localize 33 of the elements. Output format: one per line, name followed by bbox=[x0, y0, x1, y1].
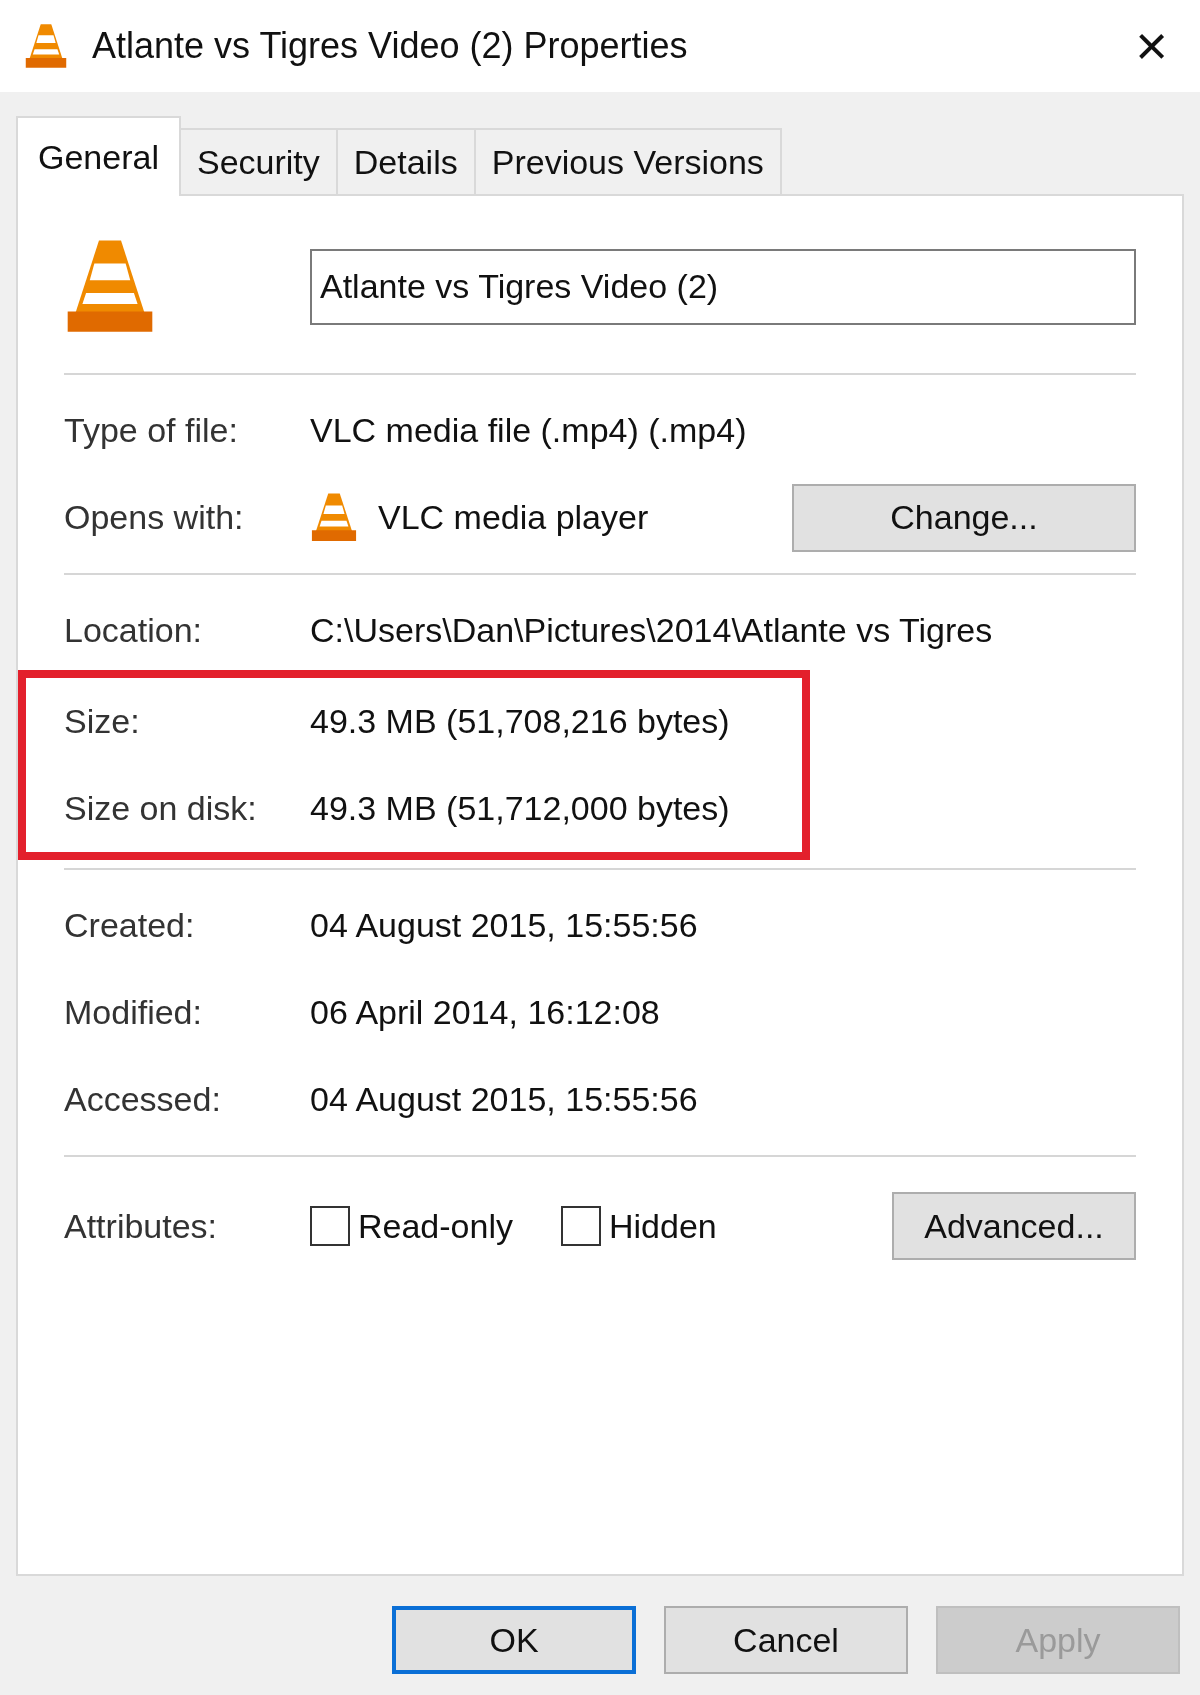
checkbox-label: Read-only bbox=[358, 1205, 513, 1247]
field-value: C:\Users\Dan\Pictures\2014\Atlante vs Tigres bbox=[310, 610, 993, 652]
file-name-field[interactable]: Atlante vs Tigres Video (2) bbox=[310, 248, 1136, 325]
field-label: Size on disk: bbox=[64, 788, 258, 830]
dialog-button[interactable]: OK bbox=[392, 1606, 636, 1674]
field-label: Location: bbox=[64, 610, 203, 652]
dialog-button[interactable]: Cancel bbox=[664, 1606, 908, 1674]
advanced-button[interactable]: Advanced... bbox=[892, 1192, 1136, 1261]
change-button[interactable]: Change... bbox=[792, 483, 1136, 552]
field-value: 04 August 2015, 15:55:56 bbox=[310, 905, 698, 947]
window-title: Atlante vs Tigres Video (2) Properties bbox=[92, 24, 689, 68]
field-label: Type of file: bbox=[64, 410, 239, 452]
field-label: Modified: bbox=[64, 992, 203, 1034]
checkbox[interactable] bbox=[561, 1206, 601, 1247]
field-label: Size: bbox=[64, 701, 141, 743]
field-label: Accessed: bbox=[64, 1079, 222, 1121]
field-label: Created: bbox=[64, 905, 196, 947]
tab[interactable]: Previous Versions bbox=[475, 128, 782, 194]
field-value: 06 April 2014, 16:12:08 bbox=[310, 992, 660, 1034]
tab[interactable]: Security bbox=[180, 128, 338, 194]
checkbox[interactable] bbox=[310, 1206, 350, 1247]
checkbox-label: Hidden bbox=[609, 1205, 717, 1247]
field-value: 49.3 MB (51,708,216 bytes) bbox=[310, 701, 730, 743]
close-button[interactable]: × bbox=[1127, 18, 1176, 74]
field-value: 04 August 2015, 15:55:56 bbox=[310, 1079, 698, 1121]
field-value: 49.3 MB (51,712,000 bytes) bbox=[310, 788, 730, 830]
field-value: VLC media file (.mp4) (.mp4) bbox=[310, 410, 747, 452]
tab[interactable]: Details bbox=[337, 128, 476, 194]
tab[interactable]: General bbox=[16, 116, 181, 196]
field-value: VLC media player bbox=[378, 497, 650, 539]
field-label: Attributes: bbox=[64, 1205, 219, 1247]
cone-icon bbox=[24, 21, 68, 71]
field-label: Opens with: bbox=[64, 497, 245, 539]
